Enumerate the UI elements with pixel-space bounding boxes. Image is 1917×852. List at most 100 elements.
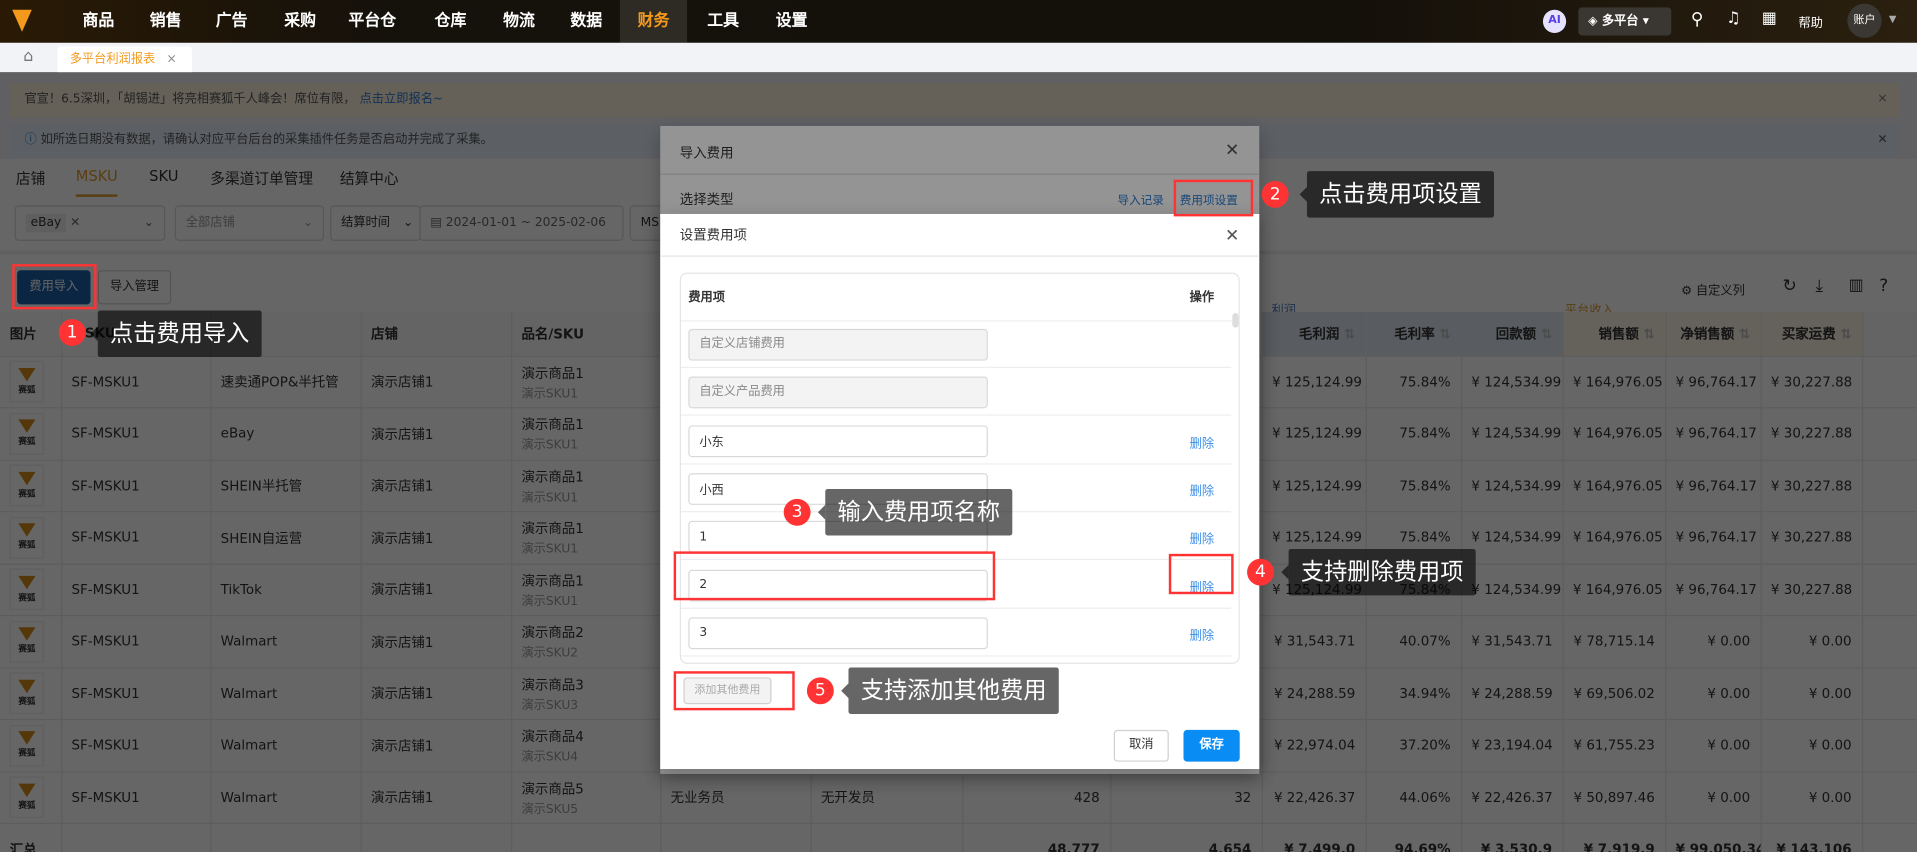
nav-item[interactable]: 物流 <box>485 0 552 43</box>
add-other-fee-button[interactable]: 添加其他费用 <box>683 677 772 705</box>
delete-fee-link[interactable]: 删除 <box>1190 528 1214 546</box>
promo-link[interactable]: 点击立即报名~ <box>360 93 444 106</box>
fee-item-row: 自定义店铺费用 <box>680 320 1232 369</box>
product-name: 演示商品1 <box>521 521 584 538</box>
tab-multi-platform-profit[interactable]: 多平台利润报表 × <box>57 46 192 73</box>
product-name: 演示商品2 <box>521 625 584 641</box>
product-name: 演示商品1 <box>521 469 584 486</box>
fee-item-input[interactable] <box>688 617 988 649</box>
fee-settings-link[interactable]: 费用项设置 <box>1180 191 1238 207</box>
close-icon[interactable]: ✕ <box>1225 141 1239 161</box>
help-icon[interactable]: ? <box>1879 276 1888 296</box>
subtab[interactable]: 多渠道订单管理 <box>210 167 313 196</box>
divider <box>660 173 1260 175</box>
custom-columns-button[interactable]: ⚙ 自定义列 <box>1681 280 1745 298</box>
product-thumbnail: 赛狐 <box>9 724 45 767</box>
nav-item[interactable]: 采购 <box>267 0 334 43</box>
cell-gp: ¥ 125,124.99 <box>1261 355 1367 409</box>
account-avatar[interactable]: 账户 <box>1847 3 1882 38</box>
nav-item[interactable]: 工具 <box>690 0 757 43</box>
col-fee-item: 费用项 <box>688 290 726 305</box>
nav-item[interactable]: 平台仓 <box>339 0 406 43</box>
sort-icon[interactable]: ⇅ <box>1739 326 1750 342</box>
refresh-icon[interactable]: ↻ <box>1783 276 1797 296</box>
download-icon[interactable]: ⤓ <box>1816 276 1824 296</box>
subtab[interactable]: 结算中心 <box>340 167 399 196</box>
nav-item[interactable]: 数据 <box>553 0 620 43</box>
sort-icon[interactable]: ⇅ <box>1644 326 1655 342</box>
product-sku: 演示SKU1 <box>521 439 579 453</box>
time-type-select[interactable]: 结算时间 ⌄ <box>330 205 421 241</box>
tag-close-icon[interactable]: ✕ <box>70 216 80 229</box>
fee-item-input[interactable] <box>688 569 988 601</box>
nav-item[interactable]: 仓库 <box>417 0 484 43</box>
save-button[interactable]: 保存 <box>1183 729 1240 762</box>
fee-item-input[interactable] <box>688 424 988 457</box>
sort-icon[interactable]: ⇅ <box>1439 326 1450 342</box>
import-log-link[interactable]: 导入记录 <box>1117 191 1163 207</box>
logo-text: 赛狐 <box>18 800 36 811</box>
sort-icon[interactable]: ⇅ <box>1840 326 1851 342</box>
col-sales[interactable]: 销售额 ⇅ <box>1562 311 1666 357</box>
cell-sa: ¥ 164,976.05 <box>1562 563 1666 617</box>
col-buyer-shipping[interactable]: 买家运费 ⇅ <box>1760 311 1863 357</box>
cell-extra <box>1862 511 1917 565</box>
col-payback[interactable]: 回款额 ⇅ <box>1461 311 1564 357</box>
ai-icon[interactable]: AI <box>1542 9 1567 34</box>
divider <box>660 255 1260 257</box>
account-caret-icon[interactable]: ▼ <box>1889 13 1897 24</box>
nav-item[interactable]: 广告 <box>198 0 265 43</box>
home-icon[interactable]: ⌂ <box>23 48 33 66</box>
apps-grid-icon[interactable]: ▦ <box>1762 10 1777 28</box>
cell-name-sku: 演示商品1 演示SKU1 <box>511 459 661 513</box>
fee-item-row: 删除 <box>680 561 1232 609</box>
close-icon[interactable]: ✕ <box>1877 123 1887 157</box>
subtab[interactable]: 店铺 <box>16 167 45 196</box>
nav-item[interactable]: 商品 <box>65 0 132 43</box>
cell-msku: SF-MSKU1 <box>61 667 211 721</box>
subtab[interactable]: SKU <box>149 167 178 196</box>
headset-icon[interactable]: ♫ <box>1726 10 1740 28</box>
close-icon[interactable]: ✕ <box>1225 226 1239 246</box>
col-gross-margin[interactable]: 毛利率 ⇅ <box>1365 311 1462 357</box>
cell-bs: ¥ 30,227.88 <box>1760 511 1863 565</box>
nav-item[interactable]: 设置 <box>758 0 825 43</box>
calculator-icon[interactable]: ▥ <box>1849 276 1864 294</box>
import-manage-button[interactable]: 导入管理 <box>97 270 172 305</box>
delete-fee-link[interactable]: 删除 <box>1190 625 1214 642</box>
cell-image: 赛狐 <box>0 667 62 721</box>
sort-icon[interactable]: ⇅ <box>1344 326 1355 342</box>
import-fee-button[interactable]: 费用导入 <box>17 270 91 305</box>
col-gross-profit[interactable]: 毛利润 ⇅ <box>1261 311 1367 357</box>
cell-ns: ¥ 0.00 <box>1665 719 1762 773</box>
delete-fee-link[interactable]: 删除 <box>1190 576 1214 594</box>
close-icon[interactable]: ✕ <box>1877 83 1887 117</box>
table-row[interactable]: 赛狐 SF-MSKU1 Walmart 演示店铺1 演示商品5 演示SKU5 无业务员 无开发… <box>0 771 1917 825</box>
date-range-picker[interactable]: ▤ 2024-01-01 ~ 2025-02-06 <box>419 205 624 241</box>
modal-title: 导入费用 <box>679 145 734 162</box>
platform-switch[interactable]: ◈ 多平台 ▾ <box>1578 7 1672 36</box>
cell-gm: 44.06% <box>1365 771 1462 825</box>
search-icon[interactable]: ⚲ <box>1691 10 1704 30</box>
fee-item-input[interactable] <box>688 521 988 553</box>
delete-fee-link[interactable]: 删除 <box>1190 432 1214 450</box>
platform-select[interactable]: eBay ✕ ⌄ <box>14 205 166 241</box>
col-net-sales[interactable]: 净销售额 ⇅ <box>1665 311 1762 357</box>
subtab[interactable]: MSKU <box>75 167 118 197</box>
sort-icon[interactable]: ⇅ <box>1541 326 1552 342</box>
tab-close-icon[interactable]: × <box>167 53 177 66</box>
cancel-button[interactable]: 取消 <box>1113 729 1169 762</box>
store-select[interactable]: 全部店铺 ⌄ <box>174 205 324 241</box>
cell-ns: ¥ 96,764.17 <box>1665 511 1762 565</box>
col-extra <box>1862 311 1917 357</box>
nav-item[interactable]: 财务 <box>619 0 688 43</box>
nav-item[interactable]: 销售 <box>132 0 199 43</box>
cell-ns: ¥ 96,764.17 <box>1665 459 1762 513</box>
col-name-sku: 品名/SKU <box>511 311 661 357</box>
cell-platform: eBay <box>210 407 362 461</box>
delete-fee-link[interactable]: 删除 <box>1190 480 1214 498</box>
cell-gm: 34.94% <box>1365 667 1462 721</box>
logo-icon[interactable] <box>12 9 32 32</box>
fee-item-input[interactable] <box>688 473 988 505</box>
help-link[interactable]: 帮助 <box>1798 12 1822 30</box>
